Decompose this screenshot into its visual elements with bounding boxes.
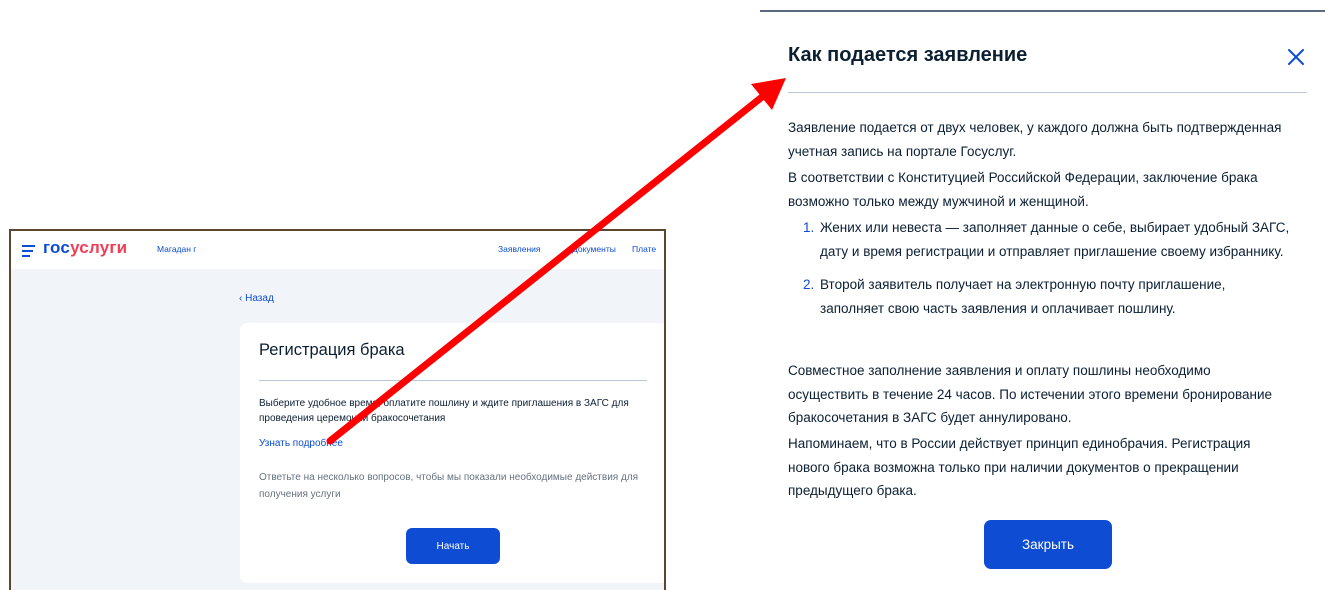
red-annotation-arrow (326, 78, 786, 445)
